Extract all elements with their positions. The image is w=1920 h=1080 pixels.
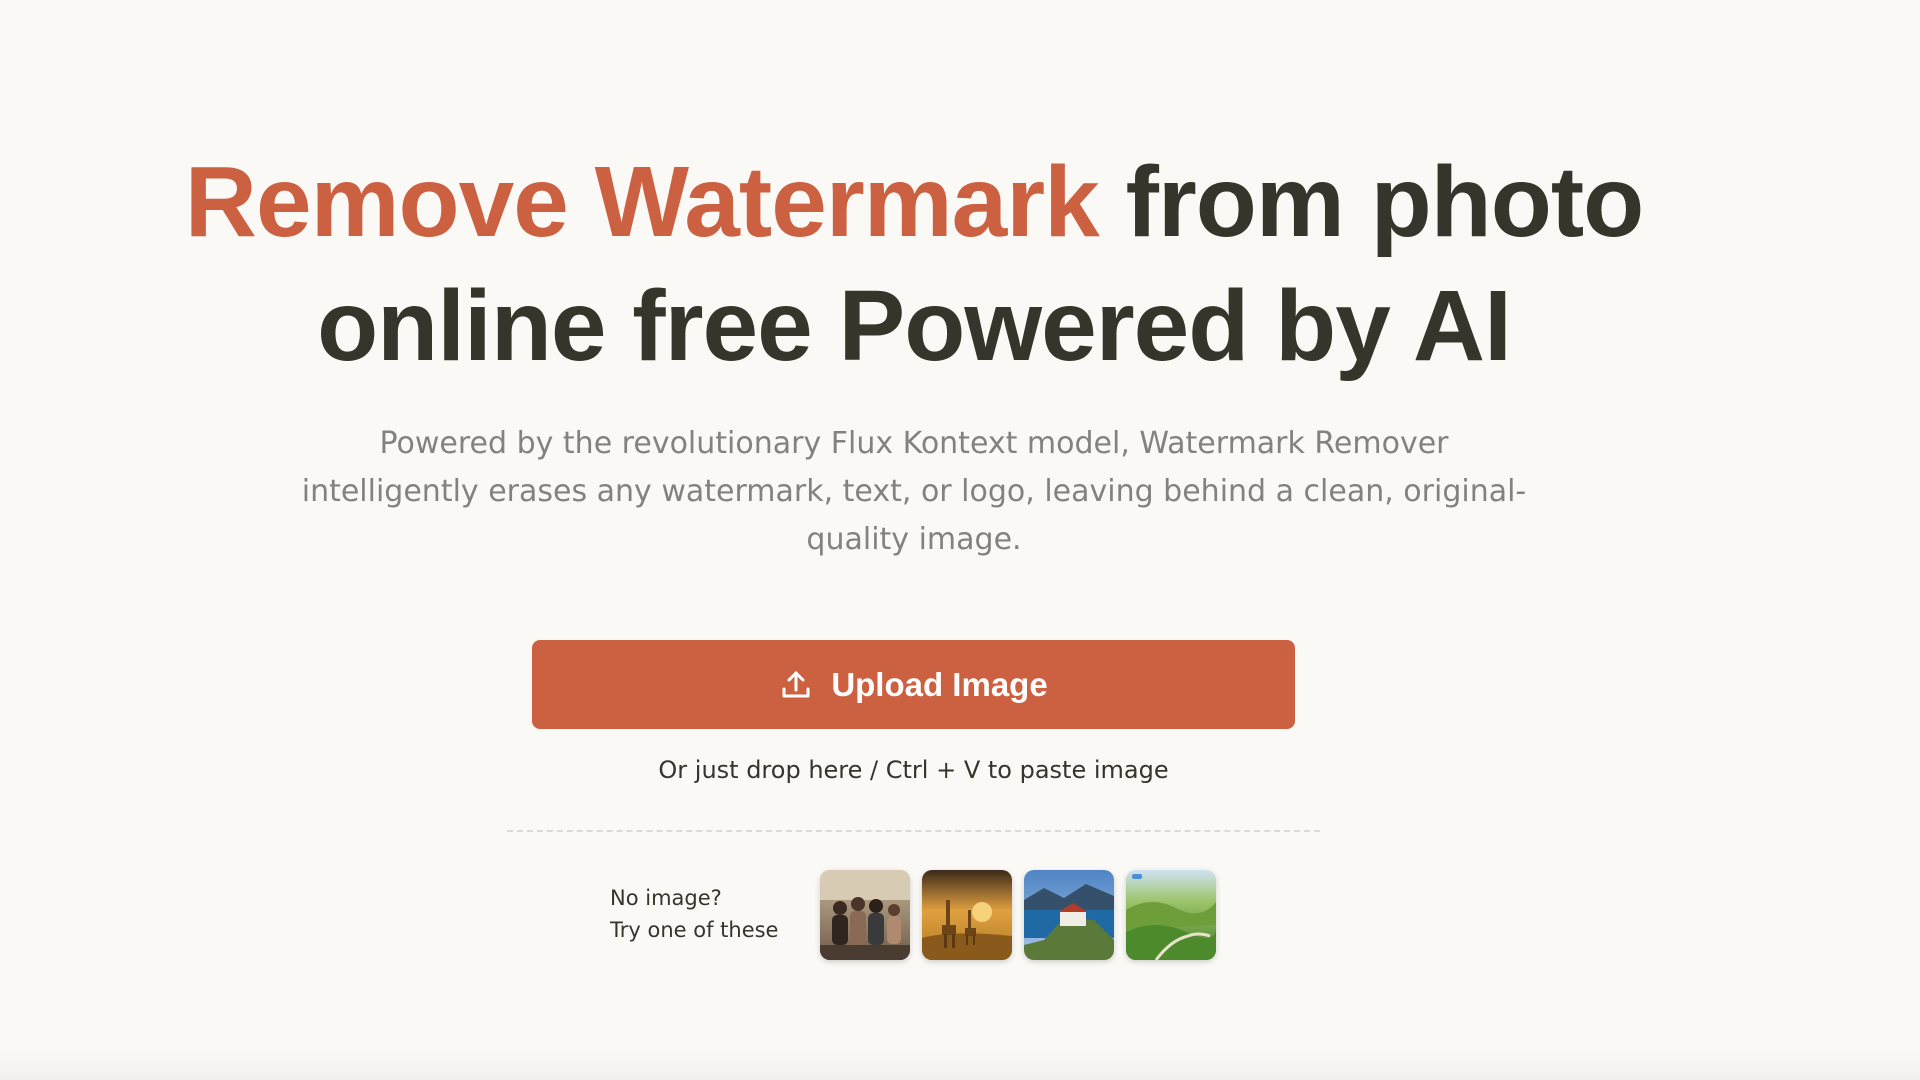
headline-rest: from photo [1098, 146, 1645, 258]
sample-thumbnail-castle[interactable] [1024, 870, 1114, 960]
upload-button-label: Upload Image [831, 665, 1048, 703]
dashed-divider [507, 830, 1320, 832]
headline-accent: Remove Watermark [184, 146, 1100, 258]
sample-thumbnail-hills[interactable] [1126, 870, 1216, 960]
sample-images-label: No image? Try one of these [610, 882, 778, 946]
upload-icon [779, 668, 813, 702]
sample-thumbnail-giraffes[interactable] [922, 870, 1012, 960]
sample-label-line1: No image? [610, 886, 722, 910]
page-title: Remove Watermark from photo online free P… [130, 140, 1698, 388]
upload-image-button[interactable]: Upload Image [532, 640, 1295, 729]
headline-line2: online free Powered by AI [317, 270, 1512, 382]
drop-paste-hint: Or just drop here / Ctrl + V to paste im… [658, 756, 1169, 784]
sample-thumbnail-people[interactable] [820, 870, 910, 960]
sample-thumbnails [820, 870, 1216, 960]
bottom-fade [0, 1050, 1920, 1080]
hero-section: Remove Watermark from photo online free P… [0, 0, 1828, 1080]
sample-label-line2: Try one of these [610, 918, 779, 942]
hero-description: Powered by the revolutionary Flux Kontex… [301, 426, 1527, 557]
